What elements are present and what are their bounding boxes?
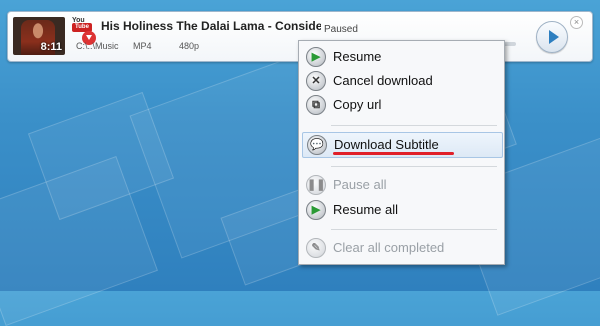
- status-label: Paused: [324, 24, 358, 35]
- save-path: C:\..\Music: [76, 41, 119, 51]
- menu-item-label: Resume: [333, 49, 382, 64]
- menu-item-label: Download Subtitle: [334, 137, 439, 152]
- highlight-underline: [333, 152, 454, 155]
- close-icon[interactable]: ×: [570, 16, 583, 29]
- subtitle-icon: 💬: [307, 135, 327, 155]
- menu-item-label: Copy url: [333, 97, 382, 112]
- menu-separator: [331, 125, 497, 126]
- menu-item-label: Clear all completed: [333, 240, 445, 255]
- menu-item-resume-all[interactable]: ▶ Resume all: [302, 198, 501, 222]
- resolution-label: 480p: [179, 41, 200, 51]
- resume-icon: ▶: [306, 47, 326, 67]
- video-thumbnail: 8:11: [13, 17, 65, 55]
- menu-item-label: Resume all: [333, 202, 399, 217]
- menu-item-label: Cancel download: [333, 73, 433, 88]
- copy-icon: ⧉: [306, 95, 326, 115]
- broom-icon: ✎: [306, 238, 326, 258]
- play-button[interactable]: [536, 21, 568, 53]
- resume-icon: ▶: [306, 200, 326, 220]
- menu-separator: [331, 166, 497, 167]
- menu-item-pause-all[interactable]: ❚❚ Pause all: [302, 173, 501, 197]
- menu-item-label: Pause all: [333, 177, 387, 192]
- menu-item-copy-url[interactable]: ⧉ Copy url: [302, 93, 501, 117]
- youtube-logo-icon: You Tube: [72, 17, 99, 45]
- format-label: MP4: [133, 41, 152, 51]
- menu-item-resume[interactable]: ▶ Resume: [302, 45, 501, 69]
- cancel-icon: ✕: [306, 71, 326, 91]
- menu-item-cancel-download[interactable]: ✕ Cancel download: [302, 69, 501, 93]
- menu-item-clear-all-completed[interactable]: ✎ Clear all completed: [302, 236, 501, 260]
- menu-separator: [331, 229, 497, 230]
- duration-label: 8:11: [40, 41, 62, 53]
- pause-icon: ❚❚: [306, 175, 326, 195]
- video-title: His Holiness The Dalai Lama - Consider F…: [101, 19, 321, 33]
